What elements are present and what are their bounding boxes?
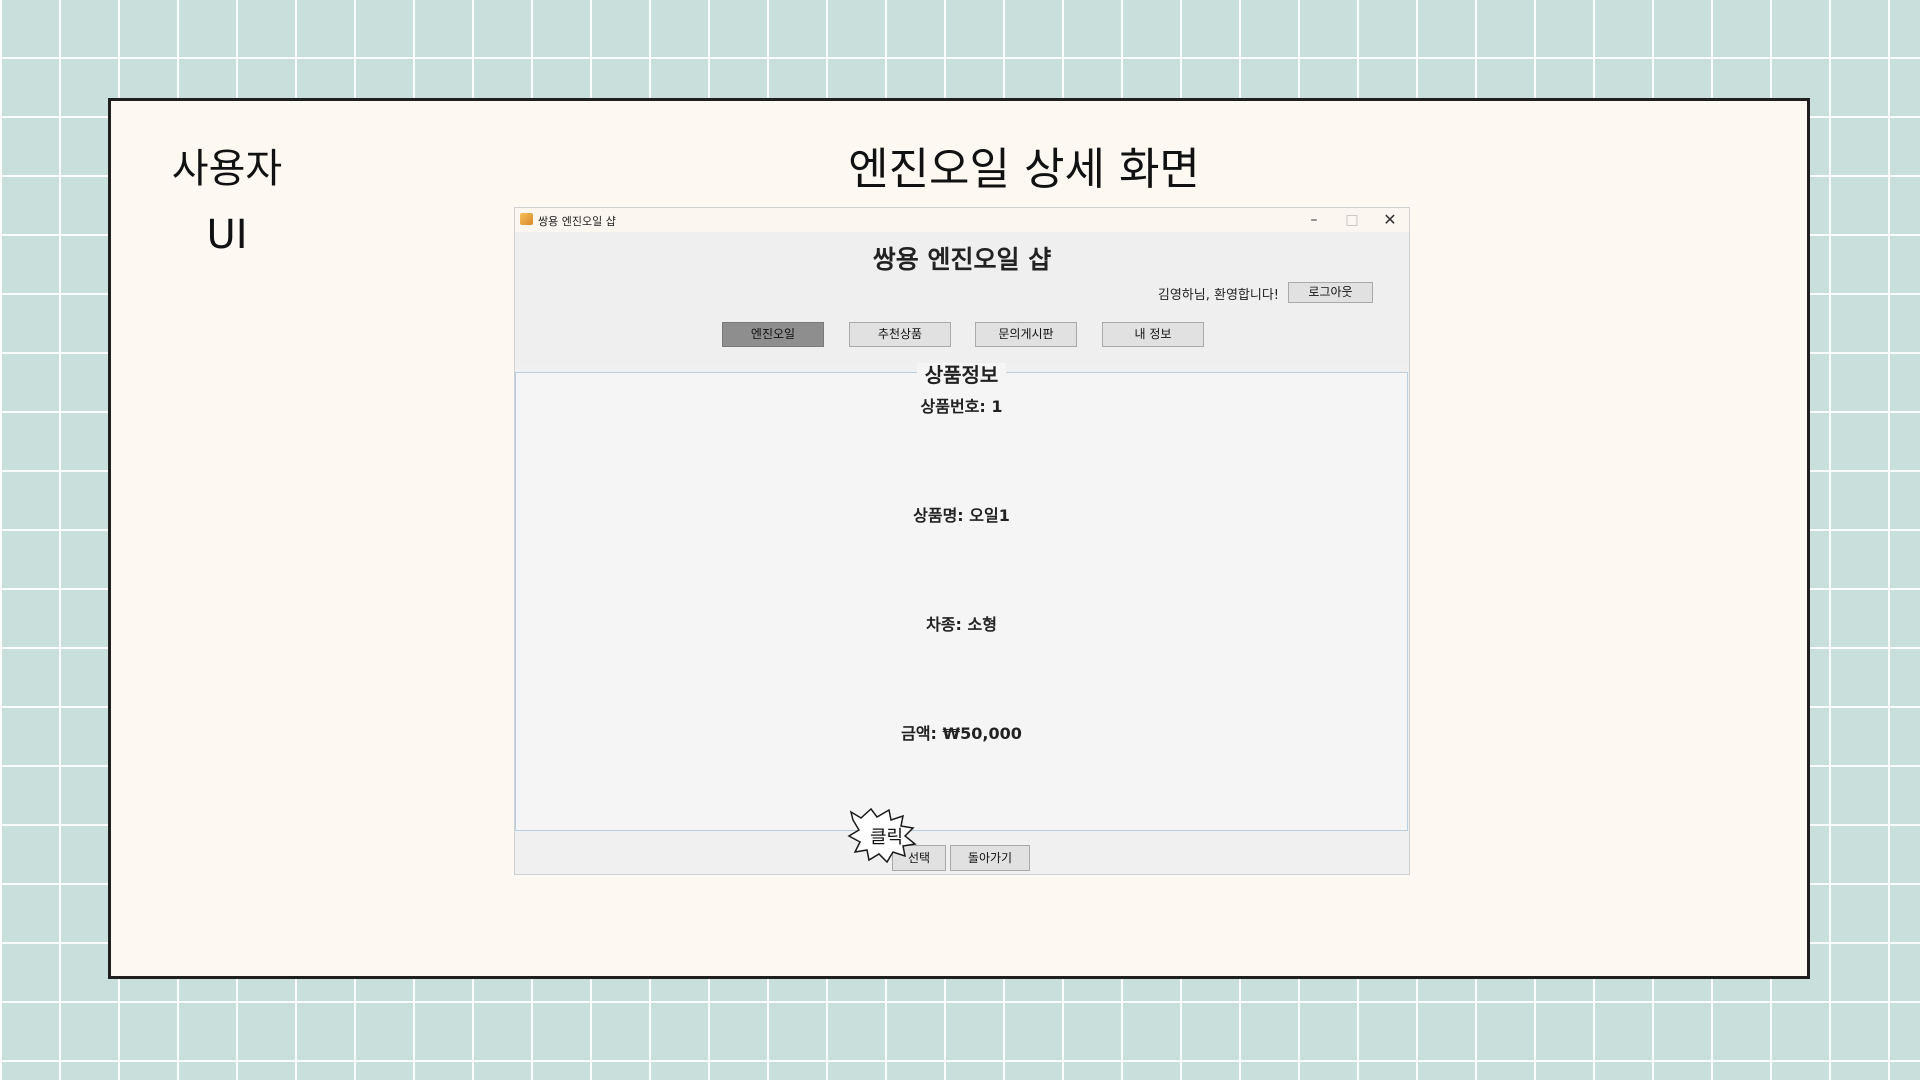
- nav-engine-oil[interactable]: 엔진오일: [722, 322, 824, 347]
- window-title: 쌍용 엔진오일 샵: [538, 215, 616, 228]
- minimize-button[interactable]: –: [1299, 210, 1329, 230]
- nav-my-info[interactable]: 내 정보: [1102, 322, 1204, 347]
- slide-title: 엔진오일 상세 화면: [848, 144, 1200, 195]
- nav-recommended[interactable]: 추천상품: [849, 322, 951, 347]
- app-icon: [520, 213, 533, 225]
- app-header: 쌍용 엔진오일 샵 김영하님, 환영합니다! 로그아웃 엔진오일 추천상품 문의…: [515, 232, 1409, 365]
- product-number: 상품번호: 1: [920, 397, 1003, 416]
- slide-label-ui: UI: [206, 212, 248, 258]
- slide-frame: 사용자 UI 엔진오일 상세 화면 쌍용 엔진오일 샵 – □ ✕ 쌍용 엔진오…: [108, 98, 1810, 979]
- window-titlebar[interactable]: 쌍용 엔진오일 샵 – □ ✕: [515, 208, 1409, 232]
- section-title-text: 상품정보: [916, 363, 1007, 387]
- maximize-button[interactable]: □: [1337, 210, 1367, 230]
- shop-title: 쌍용 엔진오일 샵: [872, 245, 1052, 274]
- nav-inquiry-board[interactable]: 문의게시판: [975, 322, 1077, 347]
- back-button[interactable]: 돌아가기: [950, 845, 1030, 871]
- section-title: 상품정보: [516, 359, 1407, 388]
- app-window: 쌍용 엔진오일 샵 – □ ✕ 쌍용 엔진오일 샵 김영하님, 환영합니다! 로…: [515, 208, 1409, 874]
- product-name: 상품명: 오일1: [913, 506, 1010, 525]
- logout-button[interactable]: 로그아웃: [1288, 282, 1373, 303]
- product-detail-panel: 상품정보 상품번호: 1 상품명: 오일1 차종: 소형 금액: ₩50,000: [515, 363, 1408, 831]
- product-price: 금액: ₩50,000: [901, 724, 1022, 743]
- welcome-message: 김영하님, 환영합니다!: [1157, 288, 1279, 303]
- close-button[interactable]: ✕: [1375, 210, 1405, 230]
- car-type: 차종: 소형: [926, 615, 997, 634]
- click-callout-text: 클릭: [870, 827, 904, 848]
